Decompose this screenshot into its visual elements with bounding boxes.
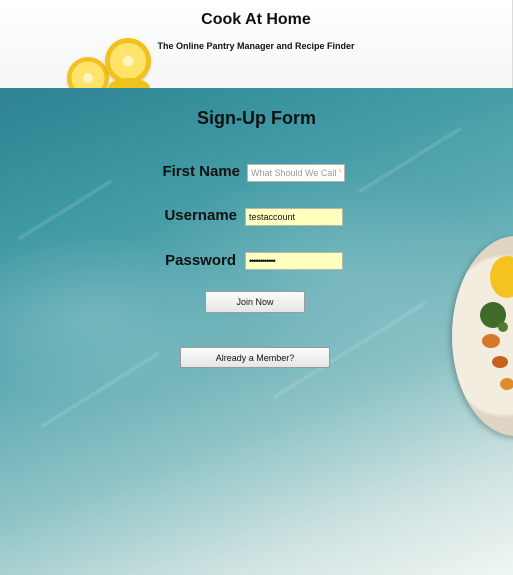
background-texture xyxy=(39,351,161,429)
background-texture xyxy=(17,179,113,241)
join-now-button[interactable]: Join Now xyxy=(205,291,305,313)
background-texture xyxy=(358,126,462,194)
lemon-image xyxy=(108,78,150,88)
password-label: Password xyxy=(165,252,236,269)
username-label: Username xyxy=(164,207,237,224)
first-name-label: First Name xyxy=(162,163,240,180)
food-plate-image xyxy=(452,236,513,436)
password-input[interactable] xyxy=(245,252,343,270)
food-piece xyxy=(500,378,513,390)
herb-leaf xyxy=(498,322,508,332)
form-title: Sign-Up Form xyxy=(197,108,316,128)
site-tagline: The Online Pantry Manager and Recipe Fin… xyxy=(157,41,355,51)
lemon-slice xyxy=(490,256,513,298)
username-input[interactable] xyxy=(245,208,343,226)
site-header: Cook At Home The Online Pantry Manager a… xyxy=(0,0,513,88)
lemon-image xyxy=(67,57,109,88)
already-member-button[interactable]: Already a Member? xyxy=(180,347,330,368)
site-title: Cook At Home xyxy=(201,11,311,28)
food-piece xyxy=(482,334,500,348)
signup-section: Sign-Up Form First Name Username Passwor… xyxy=(0,88,513,575)
first-name-input[interactable] xyxy=(247,164,345,182)
food-piece xyxy=(492,356,508,368)
